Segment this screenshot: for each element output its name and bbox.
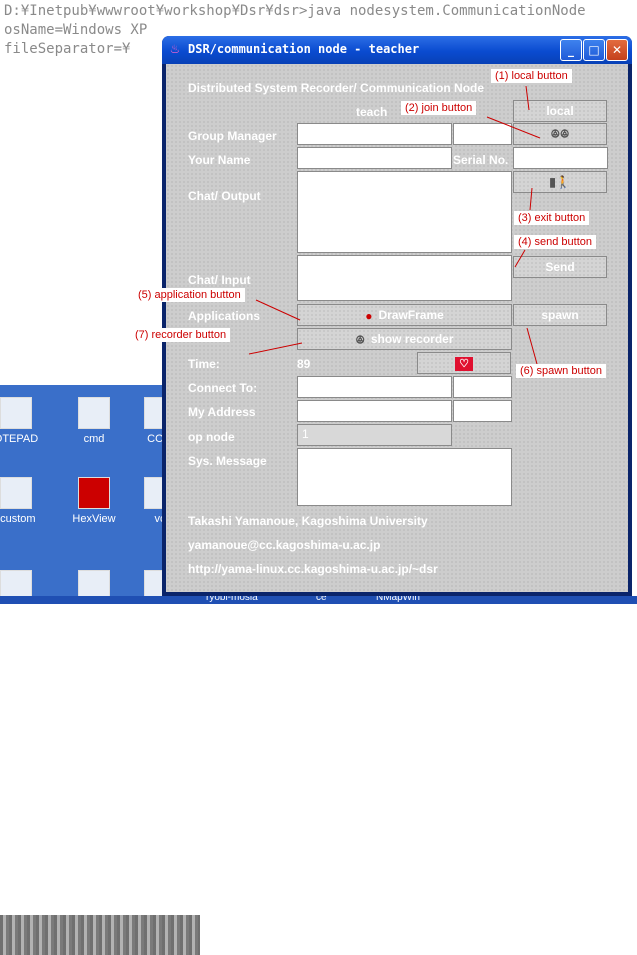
join-icon: ꔮꔮ — [550, 127, 570, 141]
note-exit: (3) exit button — [514, 211, 590, 225]
join-button[interactable]: ꔮꔮ — [513, 123, 607, 145]
java-icon: ♨ — [169, 42, 181, 56]
document-icon — [0, 477, 32, 509]
notepad-icon — [0, 397, 32, 429]
window-title: DSR/communication node - teacher — [188, 42, 420, 56]
connect-to-port-field[interactable] — [453, 376, 512, 398]
exit-button[interactable]: ▮🚶 — [513, 171, 607, 193]
note-spawn: (6) spawn button — [516, 364, 606, 378]
my-address-field[interactable] — [297, 400, 452, 422]
group-manager-port-field[interactable] — [453, 123, 512, 145]
desktop-icon-custom[interactable]: -custom — [0, 477, 46, 525]
serial-no-field[interactable] — [513, 147, 608, 169]
serial-no-label: Serial No. — [453, 153, 509, 167]
note-local: (1) local button — [491, 69, 572, 83]
communication-node-window: ♨ DSR/communication node - teacher _ □ ✕… — [162, 36, 632, 596]
note-send: (4) send button — [514, 235, 596, 249]
desktop-icon-cmd[interactable]: cmd — [64, 397, 124, 445]
close-button[interactable]: ✕ — [606, 39, 628, 61]
taskbar: ryobi-mosia ce NMapWin — [0, 592, 637, 604]
my-address-label: My Address — [188, 405, 256, 419]
node-name: teach — [356, 105, 388, 119]
drawframe-button[interactable]: ● DrawFrame — [297, 304, 512, 326]
spawn-button[interactable]: spawn — [513, 304, 607, 326]
time-label: Time: — [188, 357, 220, 371]
main-panel: Distributed System Recorder/ Communicati… — [166, 64, 628, 592]
sys-message-label: Sys. Message — [188, 454, 267, 468]
drawframe-icon: ● — [365, 308, 373, 323]
footer-author: Takashi Yamanoue, Kagoshima University — [188, 514, 428, 528]
chat-output-area[interactable] — [297, 171, 512, 253]
exit-icon: ▮🚶 — [549, 175, 571, 189]
send-button[interactable]: Send — [513, 256, 607, 278]
op-node-label: op node — [188, 430, 235, 444]
chat-input-label: Chat/ Input — [188, 273, 251, 287]
show-recorder-label: show recorder — [370, 332, 454, 346]
connect-to-label: Connect To: — [188, 381, 258, 395]
minimize-button[interactable]: _ — [560, 39, 582, 61]
group-manager-label: Group Manager — [188, 129, 277, 143]
console-line: osName=Windows XP — [4, 22, 148, 38]
note-recorder: (7) recorder button — [131, 328, 231, 342]
local-button[interactable]: local — [513, 100, 607, 122]
your-name-label: Your Name — [188, 153, 251, 167]
desktop-icon-mspaint[interactable]: mspaint — [64, 570, 124, 618]
applications-label: Applications — [188, 309, 261, 323]
title-bar[interactable]: ♨ DSR/communication node - teacher _ □ ✕ — [162, 36, 632, 64]
my-address-port-field[interactable] — [453, 400, 512, 422]
chat-input-area[interactable] — [297, 255, 512, 301]
your-name-field[interactable] — [297, 147, 452, 169]
footer-url[interactable]: http://yama-linux.cc.kagoshima-u.ac.jp/~… — [188, 562, 438, 576]
heart-icon: ♡ — [455, 357, 473, 371]
console-line: D:¥Inetpub¥wwwroot¥workshop¥Dsr¥dsr>java… — [4, 3, 586, 19]
maximize-button[interactable]: □ — [583, 39, 605, 61]
note-join: (2) join button — [401, 101, 477, 115]
group-manager-field[interactable] — [297, 123, 452, 145]
app-header: Distributed System Recorder/ Communicati… — [188, 81, 485, 95]
drawframe-label: DrawFrame — [378, 308, 444, 322]
time-value: 89 — [297, 357, 311, 371]
hexview-icon — [78, 477, 110, 509]
console-line: fileSeparator=¥ — [4, 41, 131, 57]
footer-email: yamanoue@cc.kagoshima-u.ac.jp — [188, 538, 381, 552]
note-application: (5) application button — [134, 288, 245, 302]
op-node-field: 1 — [297, 424, 452, 446]
desktop-icon-hexview[interactable]: HexView — [64, 477, 124, 525]
desktop-icon-notepad[interactable]: OTEPAD — [0, 397, 46, 445]
heart-button[interactable]: ♡ — [417, 352, 511, 374]
chat-output-label: Chat/ Output — [188, 189, 261, 203]
cmd-icon — [78, 397, 110, 429]
desktop-icon-memo[interactable]: memo — [0, 570, 46, 618]
desktop-noise — [0, 915, 200, 955]
connect-to-field[interactable] — [297, 376, 452, 398]
recorder-icon: ꔮ — [355, 332, 365, 347]
sys-message-area[interactable] — [297, 448, 512, 506]
show-recorder-button[interactable]: ꔮ show recorder — [297, 328, 512, 350]
